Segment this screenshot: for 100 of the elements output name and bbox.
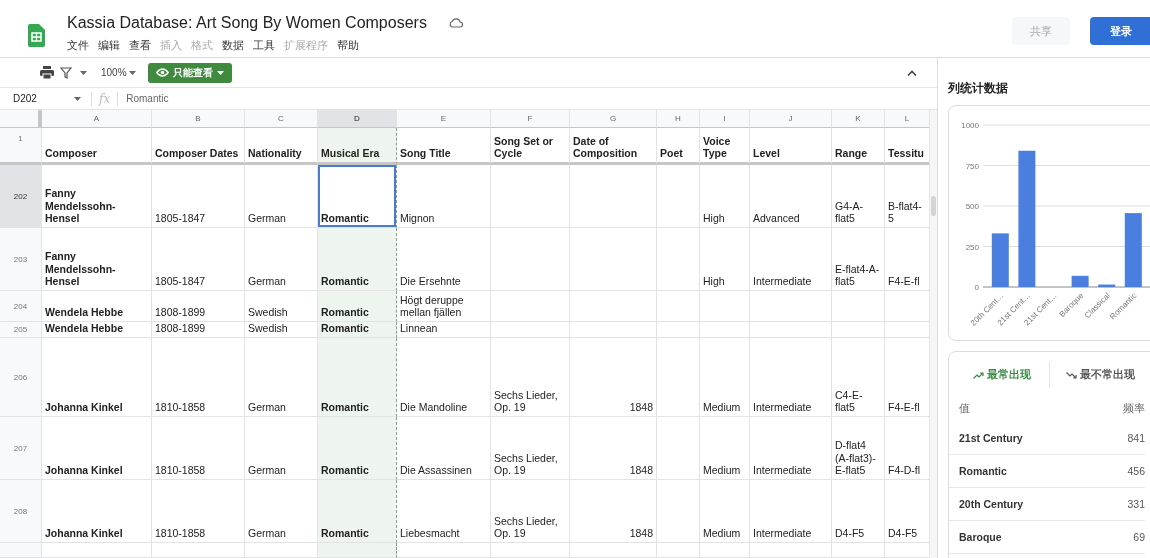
table-cell: Johanna Kinkel xyxy=(42,338,152,417)
table-cell: Sechs Lieder, Op. 19 xyxy=(491,480,570,543)
table-cell: Romantic xyxy=(318,338,397,417)
column-letter[interactable]: E xyxy=(397,110,491,128)
table-cell: E-flat4-A-flat5 xyxy=(832,228,885,291)
column-letter[interactable]: A xyxy=(42,110,152,128)
table-cell: Intermediate xyxy=(750,228,832,291)
caret-icon[interactable] xyxy=(128,70,136,75)
menu-item[interactable]: 帮助 xyxy=(337,38,359,53)
row-number[interactable]: 208 xyxy=(0,480,42,543)
tab[interactable]: 最常出现 xyxy=(963,362,1050,388)
table-cell: 1810-1858 xyxy=(152,480,245,543)
menu-item[interactable]: 查看 xyxy=(129,38,151,53)
column-heading: Musical Era xyxy=(318,128,397,165)
table-cell: Linnean xyxy=(397,322,491,338)
table-cell: D4-F5 xyxy=(832,480,885,543)
column-letter[interactable]: L xyxy=(885,110,929,128)
table-cell: D-flat4 (A-flat3)-E-flat5 xyxy=(832,417,885,480)
column-letter[interactable]: H xyxy=(657,110,700,128)
table-cell: 1805-1847 xyxy=(152,165,245,228)
function-label: fx xyxy=(91,91,119,106)
document-title: Kassia Database: Art Song By Women Composers xyxy=(67,14,427,32)
column-heading: Poet xyxy=(657,128,700,165)
table-cell: Intermediate xyxy=(750,480,832,543)
table-cell: C4-E-flat5 xyxy=(832,338,885,417)
cloud-icon[interactable] xyxy=(448,18,463,28)
column-letter[interactable]: F xyxy=(491,110,570,128)
table-cell: Romantic xyxy=(318,291,397,322)
view-only-button[interactable]: 只能查看 xyxy=(147,62,232,83)
caret-icon xyxy=(216,70,224,75)
column-letter[interactable]: D xyxy=(318,110,397,128)
table-cell: Advanced xyxy=(750,165,832,228)
table-cell: 1810-1858 xyxy=(152,417,245,480)
row-number[interactable]: 206 xyxy=(0,338,42,417)
cell-reference[interactable]: D202 xyxy=(0,93,72,104)
scrollbar-thumb[interactable] xyxy=(931,196,936,216)
menu-item[interactable]: 工具 xyxy=(253,38,275,53)
table-cell: Johanna Kinkel xyxy=(42,417,152,480)
tab[interactable]: 最不常出现 xyxy=(1056,362,1147,388)
column-heading: Voice Type xyxy=(700,128,750,165)
row-number[interactable]: 205 xyxy=(0,322,42,338)
print-icon[interactable] xyxy=(40,66,54,79)
column-letter[interactable]: J xyxy=(750,110,832,128)
axis-label: 0 xyxy=(974,283,979,292)
column-heading: 频率 xyxy=(1123,402,1145,416)
frequency-count: 456 xyxy=(1127,465,1145,477)
sign-in-button[interactable]: 登录 xyxy=(1090,17,1150,45)
filter-icon[interactable] xyxy=(60,66,72,79)
table-cell xyxy=(657,543,700,558)
menu-item[interactable]: 文件 xyxy=(67,38,89,53)
table-cell: Die Ersehnte xyxy=(397,228,491,291)
frequency-count: 331 xyxy=(1127,498,1145,510)
axis-label: 250 xyxy=(965,242,979,252)
row-number[interactable]: 207 xyxy=(0,417,42,480)
panel-title: 列统计数据 xyxy=(948,80,1009,97)
table-cell: 1848 xyxy=(570,338,657,417)
trend-up-icon xyxy=(973,371,984,379)
column-letter[interactable]: G xyxy=(570,110,657,128)
axis-label: 750 xyxy=(965,161,979,171)
table-cell: Johanna Kinkel xyxy=(42,480,152,543)
frequency-count: 69 xyxy=(1133,531,1145,543)
scrollbar[interactable] xyxy=(929,110,937,558)
menu-item[interactable]: 数据 xyxy=(222,38,244,53)
sheets-logo-icon[interactable] xyxy=(28,24,45,47)
value-label: 20th Century xyxy=(959,498,1024,510)
eye-icon xyxy=(155,68,169,77)
row-number[interactable]: 204 xyxy=(0,291,42,322)
chart-bar xyxy=(1071,275,1089,287)
axis-label: 500 xyxy=(965,202,979,211)
chevron-up-icon[interactable] xyxy=(907,69,917,76)
trend-down-icon xyxy=(1066,371,1077,379)
column-heading: Song Set or Cycle xyxy=(491,128,570,165)
caret-icon[interactable] xyxy=(74,96,81,101)
column-letter[interactable]: I xyxy=(700,110,750,128)
row-number[interactable]: 203 xyxy=(0,228,42,291)
column-heading: 值 xyxy=(959,402,970,416)
column-letter[interactable]: C xyxy=(245,110,318,128)
table-cell: 1848 xyxy=(570,417,657,480)
menu-item[interactable]: 编辑 xyxy=(98,38,120,53)
table-cell xyxy=(700,543,750,558)
table-cell: Romantic xyxy=(318,165,397,228)
table-cell: Romantic xyxy=(318,228,397,291)
column-heading: Level xyxy=(750,128,832,165)
table-cell: Medium xyxy=(700,480,750,543)
table-cell: Fanny Mendelssohn-Hensel xyxy=(42,228,152,291)
table-cell: 1808-1899 xyxy=(152,291,245,322)
formula-value[interactable]: Romantic xyxy=(126,93,169,104)
table-cell: Medium xyxy=(700,417,750,480)
table-cell: Intermediate xyxy=(750,338,832,417)
table-cell: Die Assassinen xyxy=(397,417,491,480)
column-heading: Date of Composition xyxy=(570,128,657,165)
axis-label: 1000 xyxy=(961,121,979,130)
row-number[interactable]: 202 xyxy=(0,165,42,228)
row-number[interactable]: 1 xyxy=(0,128,42,165)
table-cell xyxy=(832,543,885,558)
table-cell: 1848 xyxy=(570,480,657,543)
caret-icon[interactable] xyxy=(80,70,87,75)
column-letter[interactable]: K xyxy=(832,110,885,128)
zoom-selector[interactable]: 100% xyxy=(101,67,127,78)
column-letter[interactable]: B xyxy=(152,110,245,128)
